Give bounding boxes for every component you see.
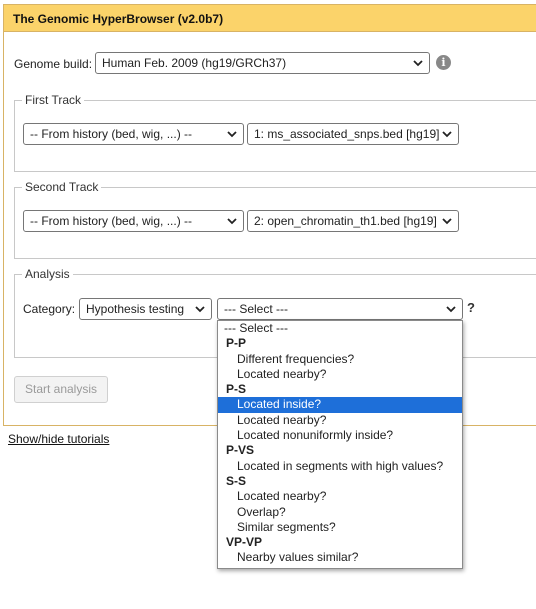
- category-label: Category:: [23, 302, 76, 316]
- genome-build-value: Human Feb. 2009 (hg19/GRCh37): [102, 56, 287, 70]
- question-dropdown-list: --- Select --- P-P Different frequencies? L…: [217, 320, 463, 569]
- chevron-down-icon: [446, 306, 456, 313]
- chevron-down-icon: [413, 60, 423, 67]
- help-question-mark[interactable]: ?: [467, 300, 475, 315]
- dropdown-option[interactable]: Overlap?: [218, 505, 462, 520]
- dropdown-option[interactable]: Located in segments with high values?: [218, 459, 462, 474]
- first-track-source-value: -- From history (bed, wig, ...) --: [30, 127, 193, 141]
- second-track-dataset-value: 2: open_chromatin_th1.bed [hg19]: [254, 214, 437, 228]
- dropdown-option[interactable]: Located nearby?: [218, 413, 462, 428]
- chevron-down-icon: [195, 306, 205, 313]
- category-select[interactable]: Hypothesis testing: [79, 298, 212, 320]
- dropdown-optgroup: VP-VP: [226, 535, 263, 550]
- category-value: Hypothesis testing: [86, 302, 185, 316]
- first-track-source-select[interactable]: -- From history (bed, wig, ...) --: [23, 123, 244, 145]
- chevron-down-icon: [442, 218, 452, 225]
- dropdown-option[interactable]: Located nearby?: [218, 367, 462, 382]
- second-track-dataset-select[interactable]: 2: open_chromatin_th1.bed [hg19]: [247, 210, 459, 232]
- app-title: The Genomic HyperBrowser (v2.0b7): [4, 5, 536, 32]
- info-icon[interactable]: i: [436, 55, 451, 70]
- dropdown-optgroup: P-P: [226, 336, 247, 351]
- dropdown-optgroup: S-S: [226, 473, 247, 488]
- start-analysis-button[interactable]: Start analysis: [14, 376, 108, 403]
- dropdown-option[interactable]: Different frequencies?: [218, 352, 462, 367]
- dropdown-option[interactable]: Similar segments?: [218, 520, 462, 535]
- first-track-legend: First Track: [22, 93, 84, 107]
- dropdown-option[interactable]: Nearby values similar?: [218, 550, 462, 565]
- second-track-legend: Second Track: [22, 180, 102, 194]
- dropdown-option[interactable]: Located inside?: [218, 397, 462, 413]
- dropdown-optgroup: P-VS: [226, 443, 255, 458]
- dropdown-option[interactable]: Located nearby?: [218, 489, 462, 504]
- dropdown-option[interactable]: Located nonuniformly inside?: [218, 428, 462, 443]
- first-track-dataset-select[interactable]: 1: ms_associated_snps.bed [hg19]: [247, 123, 459, 145]
- question-value: --- Select ---: [224, 302, 288, 316]
- dropdown-option[interactable]: --- Select ---: [218, 321, 462, 336]
- show-hide-tutorials-link[interactable]: Show/hide tutorials: [8, 432, 109, 446]
- question-select[interactable]: --- Select ---: [217, 298, 463, 320]
- genome-build-label: Genome build:: [14, 57, 93, 71]
- second-track-source-select[interactable]: -- From history (bed, wig, ...) --: [23, 210, 244, 232]
- chevron-down-icon: [227, 218, 237, 225]
- chevron-down-icon: [227, 131, 237, 138]
- dropdown-optgroup: P-S: [226, 382, 247, 397]
- second-track-source-value: -- From history (bed, wig, ...) --: [30, 214, 193, 228]
- first-track-dataset-value: 1: ms_associated_snps.bed [hg19]: [254, 127, 440, 141]
- genome-build-select[interactable]: Human Feb. 2009 (hg19/GRCh37): [95, 52, 430, 74]
- chevron-down-icon: [442, 131, 452, 138]
- analysis-legend: Analysis: [22, 267, 73, 281]
